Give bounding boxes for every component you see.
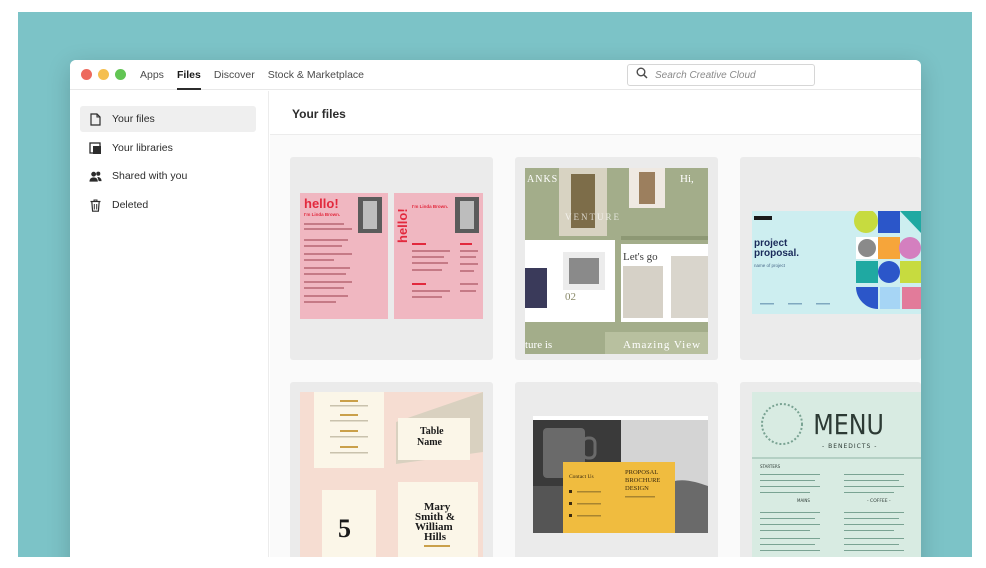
nav-files[interactable]: Files xyxy=(176,60,201,90)
magazine-anks-text: ANKS xyxy=(527,174,558,185)
file-card-magazine[interactable]: ANKS VENTURE Hi, 02 Let's go ture is Ama… xyxy=(515,157,718,360)
resume-subtitle-2-text: I'm Linda Brown. xyxy=(412,204,448,209)
file-thumbnail: Contact Us PROPOSAL BROCHURE DESIGN xyxy=(533,416,708,533)
sidebar-item-your-files[interactable]: Your files xyxy=(80,106,256,132)
trash-icon xyxy=(89,199,102,212)
proposal-line2-text: proposal. xyxy=(754,248,799,259)
menu-starters-text: STARTERS xyxy=(760,464,781,469)
teal-background: Apps Files Discover Stock & Marketplace … xyxy=(18,12,972,557)
menu-mains-text: MAINS xyxy=(797,498,810,503)
title-bar: Apps Files Discover Stock & Marketplace xyxy=(70,60,921,90)
nav-discover[interactable]: Discover xyxy=(214,60,255,90)
sidebar-item-label: Shared with you xyxy=(112,170,188,182)
nav-stock-marketplace[interactable]: Stock & Marketplace xyxy=(268,60,364,90)
menu-section-text: - COFFEE - xyxy=(867,498,891,504)
magazine-amazing-view-text: Amazing View xyxy=(623,339,701,351)
top-nav: Apps Files Discover Stock & Marketplace xyxy=(140,60,364,90)
proposal-sub-text: name of project xyxy=(754,263,786,268)
brochure-contact-text: Contact Us xyxy=(569,474,594,480)
minimize-window-button[interactable] xyxy=(98,69,109,80)
sidebar-item-label: Your files xyxy=(112,113,155,125)
menu-subtitle-text: - BENEDICTS - xyxy=(822,443,877,450)
file-icon xyxy=(89,112,102,126)
page-title: Your files xyxy=(292,107,346,121)
wedding-name-text: Name xyxy=(417,437,443,448)
file-thumbnail: hello! I'm Linda Brown. hello! I'm Linda… xyxy=(300,193,483,319)
file-thumbnail: MENU - BENEDICTS - STARTERS - COFFEE - M… xyxy=(752,392,921,557)
search-box[interactable] xyxy=(627,64,815,86)
menu-title-text: MENU xyxy=(813,409,884,441)
sidebar-item-label: Your libraries xyxy=(112,142,173,154)
close-window-button[interactable] xyxy=(81,69,92,80)
content-header: Your files xyxy=(270,91,921,135)
file-thumbnail: project proposal. name of project xyxy=(752,211,921,314)
file-card-proposal[interactable]: project proposal. name of project xyxy=(740,157,921,360)
file-card-brochure[interactable]: Contact Us PROPOSAL BROCHURE DESIGN xyxy=(515,382,718,557)
magazine-lets-go-text: Let's go xyxy=(623,251,658,263)
resume-hello-text: hello! xyxy=(304,196,339,211)
wedding-names-4-text: Hills xyxy=(424,531,447,543)
search-icon xyxy=(636,66,648,84)
magazine-hi-text: Hi, xyxy=(680,173,694,185)
file-card-wedding[interactable]: Table Name 5 Mary Smith & William Hills xyxy=(290,382,493,557)
library-icon xyxy=(89,141,102,155)
file-card-menu[interactable]: MENU - BENEDICTS - STARTERS - COFFEE - M… xyxy=(740,382,921,557)
file-thumbnail: ANKS VENTURE Hi, 02 Let's go ture is Ama… xyxy=(525,168,708,354)
resume-subtitle-text: I'm Linda Brown. xyxy=(304,212,340,217)
wedding-table-number-text: 5 xyxy=(338,514,351,543)
window-controls xyxy=(81,69,126,80)
sidebar-item-your-libraries[interactable]: Your libraries xyxy=(80,135,256,161)
svg-text:VENTURE: VENTURE xyxy=(565,212,621,222)
magazine-ture-is-text: ture is xyxy=(525,339,552,351)
maximize-window-button[interactable] xyxy=(115,69,126,80)
nav-apps[interactable]: Apps xyxy=(140,60,164,90)
main-content: Your files hello! I'm Linda Brown. hello… xyxy=(270,91,921,557)
search-input[interactable] xyxy=(655,69,805,81)
brochure-title-2-text: BROCHURE xyxy=(625,477,660,484)
magazine-number-text: 02 xyxy=(565,291,576,303)
brochure-title-3-text: DESIGN xyxy=(625,485,649,492)
sidebar-item-deleted[interactable]: Deleted xyxy=(80,192,256,218)
people-icon xyxy=(89,170,102,183)
resume-hello-vertical-text: hello! xyxy=(395,208,410,243)
sidebar: Your files Your libraries Shared with yo… xyxy=(70,91,269,557)
brochure-title-1-text: PROPOSAL xyxy=(625,469,658,476)
app-window: Apps Files Discover Stock & Marketplace … xyxy=(70,60,921,557)
file-card-resume[interactable]: hello! I'm Linda Brown. hello! I'm Linda… xyxy=(290,157,493,360)
sidebar-item-label: Deleted xyxy=(112,199,149,211)
wedding-table-text: Table xyxy=(420,426,444,437)
sidebar-item-shared-with-you[interactable]: Shared with you xyxy=(80,163,256,189)
file-thumbnail: Table Name 5 Mary Smith & William Hills xyxy=(300,392,483,557)
